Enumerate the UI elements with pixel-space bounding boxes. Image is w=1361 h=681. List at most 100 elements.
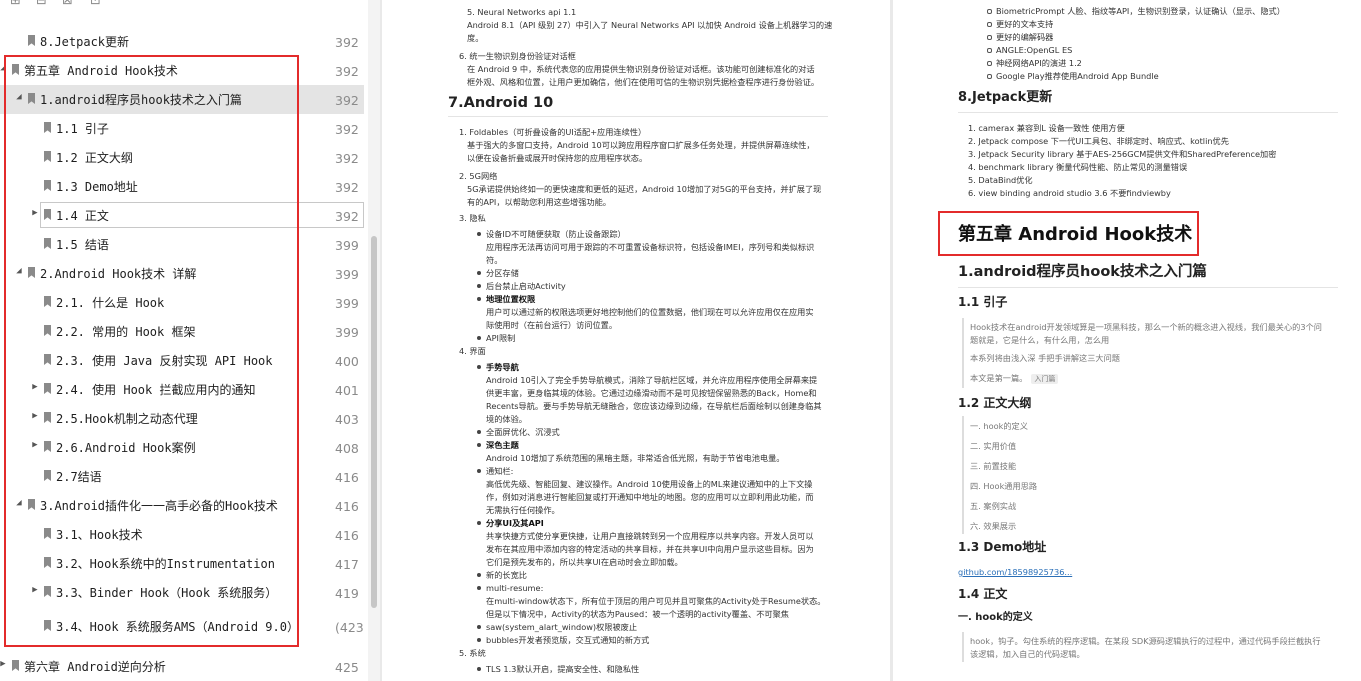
body-text: 五. 案例实战 <box>970 501 1017 511</box>
body-text: 题就是，它是什么，有什么用，怎么用 <box>970 335 1110 345</box>
outline-item[interactable]: ▶ 2.4. 使用 Hook 拦截应用内的通知 401 <box>0 375 364 404</box>
outline-item[interactable]: ◢ 2.Android Hook技术 详解 399 <box>0 259 364 288</box>
body-text: 后台禁止启动Activity <box>486 281 566 291</box>
outline-item[interactable]: ▶ 2.5.Hook机制之动态代理 403 <box>0 404 364 433</box>
outline-item-page: 399 <box>335 267 359 282</box>
collapse-all-icon[interactable]: ⊟ <box>36 0 48 8</box>
body-text: hook，钩子。勾住系统的程序逻辑。在某段 SDK源码逻辑执行的过程中，通过代码… <box>970 636 1321 646</box>
section-heading: 1.1 引子 <box>958 295 1008 309</box>
outline-item[interactable]: 2.1. 什么是 Hook 399 <box>0 288 364 317</box>
outline-item-title: 3.Android插件化一一高手必备的Hook技术 <box>40 499 278 513</box>
outline-item-page: 401 <box>335 383 359 398</box>
document-page-left: 5. Neural Networks api 1.1 Android 8.1（AP… <box>382 0 890 681</box>
body-text: 地理位置权限 <box>486 294 536 304</box>
outline-item-title: 3.2、Hook系统中的Instrumentation <box>56 557 275 571</box>
outline-item-title: 1.1 引子 <box>56 122 109 136</box>
collapsed-arrow-icon[interactable]: ▶ <box>30 208 40 218</box>
bookmark-icon <box>28 267 35 278</box>
bookmark-add-icon[interactable]: ⊡ <box>90 0 102 8</box>
section-heading: 1.3 Demo地址 <box>958 540 1047 554</box>
outline-item-title: 2.2. 常用的 Hook 框架 <box>56 325 196 339</box>
bookmark-icon <box>44 586 51 597</box>
body-text: 高低优先级、智能回复、建议操作。Android 10使用设备上的ML来建议通知中… <box>486 479 813 489</box>
bullet-icon <box>477 271 481 275</box>
expanded-arrow-icon[interactable]: ◢ <box>14 266 24 276</box>
outline-item[interactable]: ◢ 3.Android插件化一一高手必备的Hook技术 416 <box>0 491 364 520</box>
body-text: ANGLE:OpenGL ES <box>996 45 1073 55</box>
expanded-arrow-icon[interactable]: ◢ <box>14 498 24 508</box>
outline-item-title: 2.7结语 <box>56 470 102 484</box>
body-text: 际使用时（在前台运行）访问位置。 <box>486 320 618 330</box>
body-text: 在 Android 9 中，系统代表您的应用提供生物识别身份验证对话框。该功能可… <box>467 64 815 74</box>
heading-rule <box>958 287 1338 288</box>
expanded-arrow-icon[interactable]: ◢ <box>0 63 8 73</box>
expand-all-icon[interactable]: ⊞ <box>10 0 22 8</box>
outline-item-page: 399 <box>335 325 359 340</box>
inline-tag: 入门篇 <box>1031 373 1059 384</box>
body-text: 设备ID不可随便获取（防止设备跟踪） <box>486 229 626 239</box>
outline-item[interactable]: 1.3 Demo地址 392 <box>0 172 364 201</box>
expanded-arrow-icon[interactable]: ◢ <box>14 92 24 102</box>
document-page-right: github.com/18598925736... BiometricPromp… <box>893 0 1361 681</box>
demo-link[interactable]: github.com/18598925736... <box>958 566 1072 579</box>
outline-item-title: 3.3、Binder Hook（Hook 系统服务） <box>56 586 278 600</box>
outline-item[interactable]: 3.1、Hook技术 416 <box>0 520 364 549</box>
body-text: 有的API，以帮助您利用这些增强功能。 <box>467 197 611 207</box>
collapsed-arrow-icon[interactable]: ▶ <box>30 411 40 421</box>
outline-item[interactable]: ◢ 第五章 Android Hook技术 392 <box>0 56 364 85</box>
body-text: 5G承诺提供始终如一的更快速度和更低的延迟，Android 10增加了对5G的平… <box>467 184 822 194</box>
outline-item-title: 第六章 Android逆向分析 <box>24 660 166 674</box>
bullet-icon <box>477 365 481 369</box>
body-text: 用户可以通过新的权限选项更好地控制他们的位置数据，他们现在可以允许应用仅在应用实 <box>486 307 814 317</box>
outline-item-title: 1.3 Demo地址 <box>56 180 138 194</box>
bookmark-icon <box>44 180 51 191</box>
bookmark-icon <box>12 660 19 671</box>
outline-item[interactable]: 2.2. 常用的 Hook 框架 399 <box>0 317 364 346</box>
bookmark-icon <box>28 499 35 510</box>
bookmark-icon <box>44 238 51 249</box>
outline-item[interactable]: 1.1 引子 392 <box>0 114 364 143</box>
section-heading: 1.2 正文大纲 <box>958 396 1032 410</box>
outline-item-page: 399 <box>335 296 359 311</box>
body-text: 1. camerax 兼容到L 设备一致性 使用方便 <box>968 123 1125 133</box>
bookmark-icon[interactable]: ⊠ <box>62 0 74 8</box>
outline-item-title: 1.2 正文大纲 <box>56 151 133 165</box>
bullet-icon <box>477 586 481 590</box>
body-text: 5. 系统 <box>459 648 486 658</box>
body-text: 符。 <box>486 255 503 265</box>
body-text: Android 8.1（API 级别 27）中引入了 Neural Networ… <box>467 20 833 30</box>
outline-item[interactable]: 2.7结语 416 <box>0 462 364 491</box>
collapsed-arrow-icon[interactable]: ▶ <box>0 659 8 669</box>
outline-item[interactable]: 8.Jetpack更新 392 <box>0 27 364 56</box>
collapsed-arrow-icon[interactable]: ▶ <box>30 585 40 595</box>
body-text: 4. benchmark library 衡量代码性能、防止常见的测量错误 <box>968 162 1188 172</box>
bookmark-icon <box>44 441 51 452</box>
outline-item[interactable]: 3.4、Hook 系统服务AMS（Android 9.0） (423 <box>0 612 364 641</box>
outline-item[interactable]: ◢ 1.android程序员hook技术之入门篇 392 <box>0 85 364 114</box>
body-text: 二. 实用价值 <box>970 441 1017 451</box>
collapsed-arrow-icon[interactable]: ▶ <box>30 440 40 450</box>
collapsed-arrow-icon[interactable]: ▶ <box>30 382 40 392</box>
bookmark-icon <box>44 620 51 631</box>
bookmark-icon <box>44 557 51 568</box>
outline-item[interactable]: 2.3. 使用 Java 反射实现 API Hook 400 <box>0 346 364 375</box>
body-text: 更好的编解码器 <box>996 32 1054 42</box>
body-text: Hook技术在android开发领域算是一项黑科技，那么一个新的概念进入视线，我… <box>970 322 1322 332</box>
outline-item[interactable]: ▶ 2.6.Android Hook案例 408 <box>0 433 364 462</box>
body-text: 三. 前置技能 <box>970 461 1017 471</box>
body-text: 六. 效果展示 <box>970 521 1017 531</box>
outline-item-title: 1.android程序员hook技术之入门篇 <box>40 93 242 107</box>
body-text: 在multi-window状态下，所有位于顶层的用户可见并且可聚焦的Activi… <box>486 596 826 606</box>
body-text: 全面屏优化、沉浸式 <box>486 427 560 437</box>
body-text: 2. 5G网络 <box>459 171 498 181</box>
body-text: 本文是第一篇。 入门篇 <box>970 372 1059 385</box>
outline-item[interactable]: 3.2、Hook系统中的Instrumentation 417 <box>0 549 364 578</box>
bullet-icon <box>477 297 481 301</box>
bookmark-icon <box>44 470 51 481</box>
outline-item[interactable]: 1.5 结语 399 <box>0 230 364 259</box>
outline-item[interactable]: 1.2 正文大纲 392 <box>0 143 364 172</box>
outline-item[interactable]: ▶ 3.3、Binder Hook（Hook 系统服务） 419 <box>0 578 364 607</box>
outline-scrollbar-thumb[interactable] <box>371 236 377 608</box>
body-text: 分享UI及其API <box>486 518 544 528</box>
outline-item[interactable]: ▶ 第六章 Android逆向分析 425 <box>0 652 364 681</box>
